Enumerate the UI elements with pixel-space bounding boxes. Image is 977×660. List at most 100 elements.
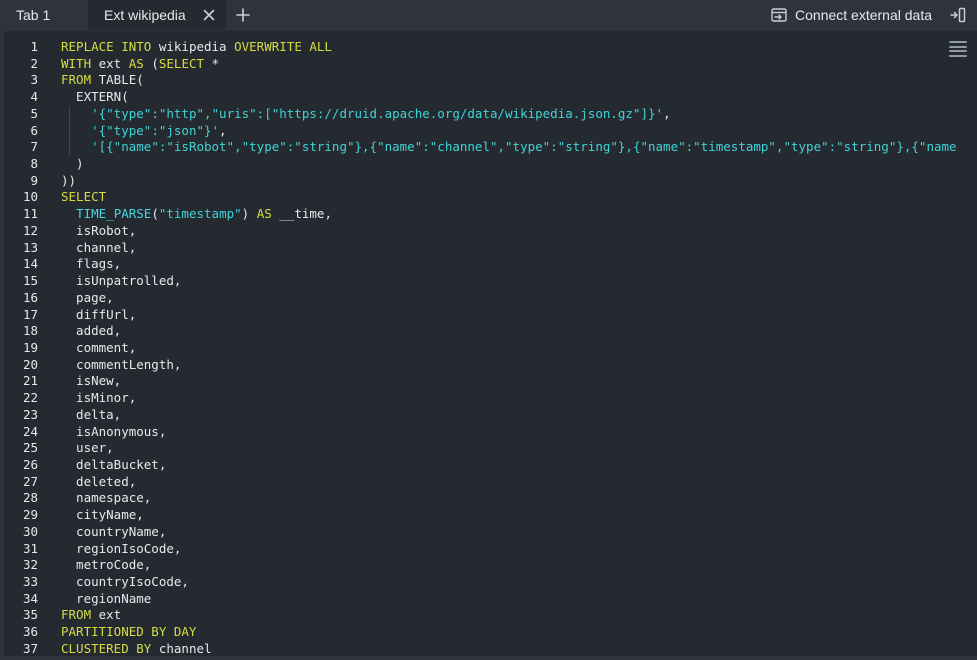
code-line[interactable]: 34 regionName xyxy=(4,591,977,608)
indent-guide xyxy=(69,122,70,140)
code-line[interactable]: 27 deleted, xyxy=(4,474,977,491)
code-line[interactable]: 35 FROM ext xyxy=(4,607,977,624)
code-line[interactable]: 23 delta, xyxy=(4,407,977,424)
code-line[interactable]: 11 TIME_PARSE("timestamp") AS __time, xyxy=(4,206,977,223)
tab-ext-wikipedia[interactable]: Ext wikipedia xyxy=(88,0,226,30)
code-line[interactable]: 37 CLUSTERED BY channel xyxy=(4,641,977,656)
connect-data-icon xyxy=(771,8,787,22)
code-line[interactable]: 24 isAnonymous, xyxy=(4,424,977,441)
code-line[interactable]: 21 isNew, xyxy=(4,373,977,390)
code-line[interactable]: 10 SELECT xyxy=(4,189,977,206)
code-line[interactable]: 7 '[{"name":"isRobot","type":"string"},{… xyxy=(4,139,977,157)
line-number: 33 xyxy=(22,574,38,589)
code-line[interactable]: 25 user, xyxy=(4,440,977,457)
line-number: 8 xyxy=(30,156,38,172)
line-text: WITH ext AS (SELECT * xyxy=(38,56,219,73)
line-number: 7 xyxy=(30,139,38,155)
code-line[interactable]: 16 page, xyxy=(4,290,977,307)
line-number: 35 xyxy=(22,607,38,623)
line-number: 30 xyxy=(22,523,38,539)
code-token: namespace, xyxy=(61,490,152,506)
code-line[interactable]: 18 added, xyxy=(4,323,977,340)
query-view: Tab 1 Ext wikipedia Connect external dat… xyxy=(0,0,977,660)
code-token: ext xyxy=(91,607,122,623)
code-token: TIME_PARSE xyxy=(76,206,152,222)
line-number: 14 xyxy=(22,256,38,272)
plus-icon[interactable] xyxy=(226,0,260,30)
code-line[interactable]: 19 comment, xyxy=(4,340,977,357)
line-text: added, xyxy=(38,323,121,340)
code-token: ( xyxy=(143,55,159,71)
code-token: added, xyxy=(61,323,122,339)
line-text: isRobot, xyxy=(38,223,136,240)
code-line[interactable]: 4 EXTERN( xyxy=(4,89,977,106)
code-line[interactable]: 22 isMinor, xyxy=(4,390,977,407)
line-number: 15 xyxy=(22,273,38,289)
line-text: delta, xyxy=(38,407,121,424)
collapse-panel-icon[interactable] xyxy=(947,0,969,30)
line-text: namespace, xyxy=(38,490,151,507)
code-token: EXTERN( xyxy=(61,89,129,105)
close-icon[interactable] xyxy=(202,8,216,22)
code-line[interactable]: 14 flags, xyxy=(4,256,977,273)
code-line[interactable]: 5 '{"type":"http","uris":["https://druid… xyxy=(4,105,977,123)
line-number: 11 xyxy=(22,206,38,222)
code-line[interactable]: 28 namespace, xyxy=(4,490,977,507)
code-line[interactable]: 20 commentLength, xyxy=(4,357,977,374)
sql-editor[interactable]: 1 REPLACE INTO wikipedia OVERWRITE ALL 2 WI… xyxy=(4,31,977,656)
line-number: 31 xyxy=(22,540,38,556)
code-token: , xyxy=(219,122,227,138)
hamburger-menu-icon[interactable] xyxy=(949,41,967,57)
code-token: '{"type":"http","uris":["https://druid.a… xyxy=(91,105,664,121)
line-number: 34 xyxy=(22,590,38,606)
code-area[interactable]: 1 REPLACE INTO wikipedia OVERWRITE ALL 2 WI… xyxy=(4,39,977,656)
line-text: EXTERN( xyxy=(38,89,129,106)
code-line[interactable]: 26 deltaBucket, xyxy=(4,457,977,474)
line-text: REPLACE INTO wikipedia OVERWRITE ALL xyxy=(38,39,332,56)
tab-tab-1[interactable]: Tab 1 xyxy=(0,0,88,30)
code-token: comment, xyxy=(61,339,137,355)
code-line[interactable]: 3 FROM TABLE( xyxy=(4,72,977,89)
tab-label: Ext wikipedia xyxy=(104,7,186,23)
line-number: 18 xyxy=(22,323,38,339)
code-line[interactable]: 15 isUnpatrolled, xyxy=(4,273,977,290)
code-line[interactable]: 31 regionIsoCode, xyxy=(4,541,977,558)
code-line[interactable]: 30 countryName, xyxy=(4,524,977,541)
code-line[interactable]: 17 diffUrl, xyxy=(4,307,977,324)
line-text: metroCode, xyxy=(38,557,151,574)
code-token: __time, xyxy=(271,206,332,222)
code-line[interactable]: 13 channel, xyxy=(4,240,977,257)
code-line[interactable]: 33 countryIsoCode, xyxy=(4,574,977,591)
code-line[interactable]: 12 isRobot, xyxy=(4,223,977,240)
line-number: 23 xyxy=(22,406,38,422)
line-number: 28 xyxy=(22,490,38,506)
code-token: isMinor, xyxy=(61,390,137,406)
line-text: countryIsoCode, xyxy=(38,574,189,591)
code-token: user, xyxy=(61,440,114,456)
line-text: user, xyxy=(38,440,114,457)
code-line[interactable]: 1 REPLACE INTO wikipedia OVERWRITE ALL xyxy=(4,39,977,56)
code-line[interactable]: 29 cityName, xyxy=(4,507,977,524)
code-token: isAnonymous, xyxy=(61,423,167,439)
line-text: regionName xyxy=(38,591,151,608)
tab-label: Tab 1 xyxy=(16,7,51,23)
code-line[interactable]: 32 metroCode, xyxy=(4,557,977,574)
line-number: 27 xyxy=(22,473,38,489)
code-token: REPLACE INTO xyxy=(61,39,152,54)
code-token: deleted, xyxy=(61,473,137,489)
code-line[interactable]: 6 '{"type":"json"}', xyxy=(4,122,977,140)
code-token: SELECT xyxy=(158,55,205,71)
connect-label: Connect external data xyxy=(795,7,932,23)
line-number: 13 xyxy=(22,239,38,255)
code-line[interactable]: 36 PARTITIONED BY DAY xyxy=(4,624,977,641)
code-token: WITH xyxy=(61,55,92,71)
line-number: 29 xyxy=(22,507,38,523)
connect-external-data-button[interactable]: Connect external data xyxy=(771,0,932,30)
line-text: flags, xyxy=(38,256,121,273)
code-line[interactable]: 9)) xyxy=(4,173,977,190)
code-line[interactable]: 2 WITH ext AS (SELECT * xyxy=(4,56,977,73)
line-text: '[{"name":"isRobot","type":"string"},{"n… xyxy=(38,139,957,157)
indent-guide xyxy=(69,105,70,123)
code-line[interactable]: 8 ) xyxy=(4,156,977,173)
